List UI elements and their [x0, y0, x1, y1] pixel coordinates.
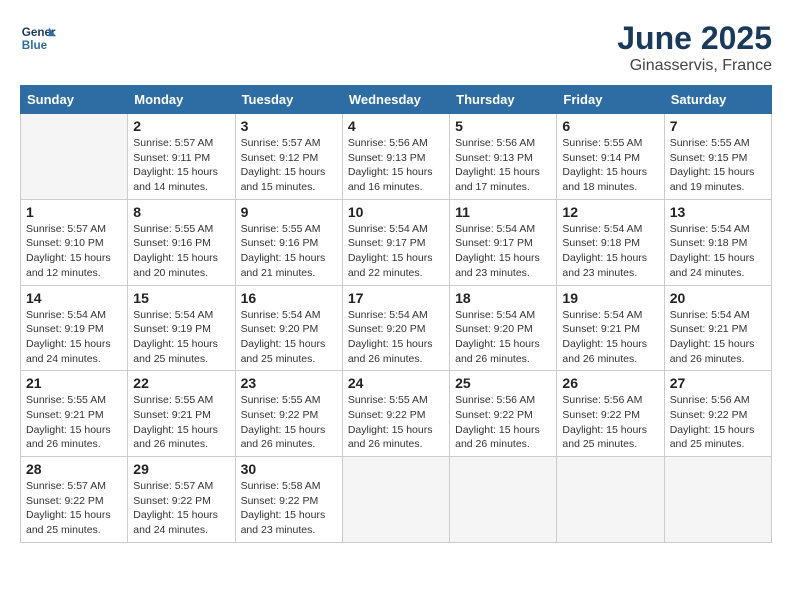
table-row: 18 Sunrise: 5:54 AMSunset: 9:20 PMDaylig… — [450, 285, 557, 371]
empty-cell — [21, 114, 128, 200]
header-wednesday: Wednesday — [342, 86, 449, 114]
table-row: 27 Sunrise: 5:56 AMSunset: 9:22 PMDaylig… — [664, 371, 771, 457]
calendar-header-row: Sunday Monday Tuesday Wednesday Thursday… — [21, 86, 772, 114]
table-row: 26 Sunrise: 5:56 AMSunset: 9:22 PMDaylig… — [557, 371, 664, 457]
table-row: 16 Sunrise: 5:54 AMSunset: 9:20 PMDaylig… — [235, 285, 342, 371]
table-row: 24 Sunrise: 5:55 AMSunset: 9:22 PMDaylig… — [342, 371, 449, 457]
table-row: 22 Sunrise: 5:55 AMSunset: 9:21 PMDaylig… — [128, 371, 235, 457]
table-row: 30 Sunrise: 5:58 AMSunset: 9:22 PMDaylig… — [235, 457, 342, 543]
table-row: 1 Sunrise: 5:57 AMSunset: 9:10 PMDayligh… — [21, 199, 128, 285]
calendar-row: 21 Sunrise: 5:55 AMSunset: 9:21 PMDaylig… — [21, 371, 772, 457]
table-row: 2 Sunrise: 5:57 AMSunset: 9:11 PMDayligh… — [128, 114, 235, 200]
header-friday: Friday — [557, 86, 664, 114]
table-row: 8 Sunrise: 5:55 AMSunset: 9:16 PMDayligh… — [128, 199, 235, 285]
table-row: 21 Sunrise: 5:55 AMSunset: 9:21 PMDaylig… — [21, 371, 128, 457]
table-row: 23 Sunrise: 5:55 AMSunset: 9:22 PMDaylig… — [235, 371, 342, 457]
table-row: 14 Sunrise: 5:54 AMSunset: 9:19 PMDaylig… — [21, 285, 128, 371]
table-row: 11 Sunrise: 5:54 AMSunset: 9:17 PMDaylig… — [450, 199, 557, 285]
page-header: General Blue June 2025 Ginasservis, Fran… — [20, 20, 772, 75]
title-area: June 2025 Ginasservis, France — [617, 20, 772, 75]
table-row: 17 Sunrise: 5:54 AMSunset: 9:20 PMDaylig… — [342, 285, 449, 371]
empty-cell — [450, 457, 557, 543]
table-row: 4 Sunrise: 5:56 AMSunset: 9:13 PMDayligh… — [342, 114, 449, 200]
table-row: 29 Sunrise: 5:57 AMSunset: 9:22 PMDaylig… — [128, 457, 235, 543]
calendar-table: Sunday Monday Tuesday Wednesday Thursday… — [20, 85, 772, 543]
table-row: 19 Sunrise: 5:54 AMSunset: 9:21 PMDaylig… — [557, 285, 664, 371]
calendar-row: 1 Sunrise: 5:57 AMSunset: 9:10 PMDayligh… — [21, 199, 772, 285]
month-title: June 2025 — [617, 20, 772, 57]
table-row: 6 Sunrise: 5:55 AMSunset: 9:14 PMDayligh… — [557, 114, 664, 200]
header-monday: Monday — [128, 86, 235, 114]
header-saturday: Saturday — [664, 86, 771, 114]
table-row: 9 Sunrise: 5:55 AMSunset: 9:16 PMDayligh… — [235, 199, 342, 285]
calendar-row: 14 Sunrise: 5:54 AMSunset: 9:19 PMDaylig… — [21, 285, 772, 371]
empty-cell — [664, 457, 771, 543]
table-row: 12 Sunrise: 5:54 AMSunset: 9:18 PMDaylig… — [557, 199, 664, 285]
svg-text:Blue: Blue — [22, 39, 48, 52]
header-sunday: Sunday — [21, 86, 128, 114]
calendar-row: 28 Sunrise: 5:57 AMSunset: 9:22 PMDaylig… — [21, 457, 772, 543]
empty-cell — [342, 457, 449, 543]
calendar-row: 2 Sunrise: 5:57 AMSunset: 9:11 PMDayligh… — [21, 114, 772, 200]
table-row: 28 Sunrise: 5:57 AMSunset: 9:22 PMDaylig… — [21, 457, 128, 543]
header-tuesday: Tuesday — [235, 86, 342, 114]
location-title: Ginasservis, France — [617, 57, 772, 75]
empty-cell — [557, 457, 664, 543]
table-row: 13 Sunrise: 5:54 AMSunset: 9:18 PMDaylig… — [664, 199, 771, 285]
table-row: 15 Sunrise: 5:54 AMSunset: 9:19 PMDaylig… — [128, 285, 235, 371]
table-row: 3 Sunrise: 5:57 AMSunset: 9:12 PMDayligh… — [235, 114, 342, 200]
header-thursday: Thursday — [450, 86, 557, 114]
table-row: 25 Sunrise: 5:56 AMSunset: 9:22 PMDaylig… — [450, 371, 557, 457]
table-row: 10 Sunrise: 5:54 AMSunset: 9:17 PMDaylig… — [342, 199, 449, 285]
logo: General Blue — [20, 20, 56, 56]
table-row: 7 Sunrise: 5:55 AMSunset: 9:15 PMDayligh… — [664, 114, 771, 200]
table-row: 5 Sunrise: 5:56 AMSunset: 9:13 PMDayligh… — [450, 114, 557, 200]
table-row: 20 Sunrise: 5:54 AMSunset: 9:21 PMDaylig… — [664, 285, 771, 371]
